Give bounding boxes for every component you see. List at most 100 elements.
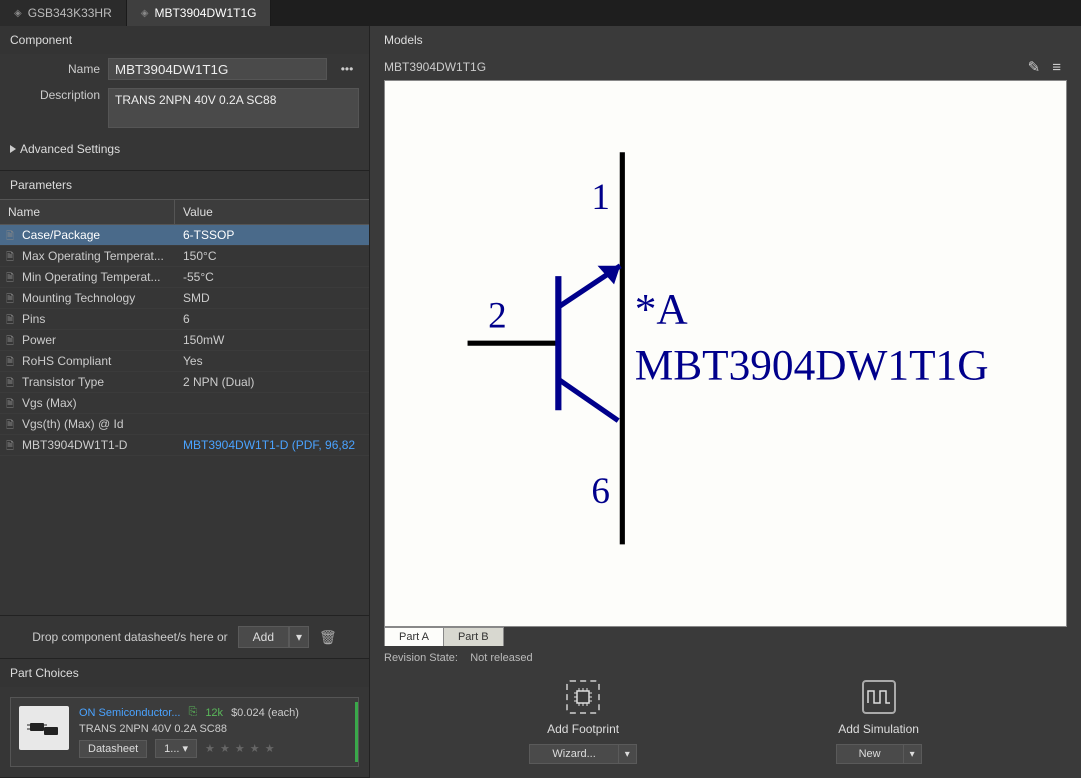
stock-qty: 12k — [205, 707, 223, 719]
add-simulation-action: Add Simulation New ▾ — [836, 680, 922, 764]
add-footprint-label: Add Footprint — [547, 722, 619, 736]
desc-label: Description — [10, 88, 100, 102]
table-row[interactable]: 🗎Pins6 — [0, 309, 369, 330]
table-row[interactable]: 🗎Vgs (Max) — [0, 393, 369, 414]
part-desc: TRANS 2NPN 40V 0.2A SC88 — [79, 723, 350, 735]
desc-input[interactable]: TRANS 2NPN 40V 0.2A SC88 — [108, 88, 359, 128]
param-value: 150mW — [175, 330, 369, 350]
table-row[interactable]: 🗎RoHS CompliantYes — [0, 351, 369, 372]
param-name: 🗎Vgs(th) (Max) @ Id — [0, 414, 175, 434]
col-value[interactable]: Value — [175, 200, 221, 224]
tab-mbt3904dw1t1g[interactable]: ◈ MBT3904DW1T1G — [127, 0, 272, 26]
table-row[interactable]: 🗎Mounting TechnologySMD — [0, 288, 369, 309]
table-row[interactable]: 🗎Transistor Type2 NPN (Dual) — [0, 372, 369, 393]
add-parameter-button[interactable]: Add ▾ — [238, 626, 309, 648]
part-image — [19, 706, 69, 750]
part-choices-panel: Part Choices ON Semiconductor... ⎘ 12k $… — [0, 659, 369, 778]
param-value — [175, 393, 369, 413]
param-name: 🗎Mounting Technology — [0, 288, 175, 308]
add-simulation-label: Add Simulation — [838, 722, 919, 736]
new-simulation-button[interactable]: New — [836, 744, 904, 764]
table-row[interactable]: 🗎Power150mW — [0, 330, 369, 351]
tab-label: MBT3904DW1T1G — [154, 6, 256, 20]
table-row[interactable]: 🗎Vgs(th) (Max) @ Id — [0, 414, 369, 435]
add-button-label: Add — [238, 626, 289, 648]
parameters-heading: Parameters — [0, 171, 369, 199]
models-panel: Models MBT3904DW1T1G ✎ ≡ 1 2 6 *A MBT390… — [370, 26, 1081, 778]
partname-label: MBT3904DW1T1G — [635, 341, 989, 389]
pin-1-label: 1 — [591, 177, 610, 218]
param-value: SMD — [175, 288, 369, 308]
datasheet-button[interactable]: Datasheet — [79, 740, 147, 758]
table-row[interactable]: 🗎MBT3904DW1T1-DMBT3904DW1T1-D (PDF, 96,8… — [0, 435, 369, 456]
simulation-icon — [862, 680, 896, 714]
part-choices-heading: Part Choices — [0, 659, 369, 687]
tab-gsb343k33hr[interactable]: ◈ GSB343K33HR — [0, 0, 127, 26]
model-name: MBT3904DW1T1G — [384, 60, 1022, 74]
new-simulation-dropdown[interactable]: ▾ — [904, 744, 922, 764]
wizard-button[interactable]: Wizard... — [529, 744, 618, 764]
param-value: -55°C — [175, 267, 369, 287]
chip-icon: ◈ — [141, 8, 149, 19]
doc-icon: 🗎 — [6, 271, 14, 287]
param-value: 6-TSSOP — [175, 225, 369, 245]
menu-icon[interactable]: ≡ — [1046, 59, 1067, 76]
doc-icon: 🗎 — [6, 229, 14, 245]
revision-state: Revision State: Not released — [370, 646, 1081, 674]
more-button[interactable]: 1... ▾ — [155, 739, 197, 758]
table-row[interactable]: 🗎Max Operating Temperat...150°C — [0, 246, 369, 267]
chip-icon: ◈ — [14, 8, 22, 19]
parameters-table: Name Value 🗎Case/Package6-TSSOP🗎Max Oper… — [0, 199, 369, 615]
pin-6-label: 6 — [591, 471, 610, 512]
doc-icon: 🗎 — [6, 334, 14, 350]
tab-part-b[interactable]: Part B — [443, 627, 504, 646]
param-name: 🗎Min Operating Temperat... — [0, 267, 175, 287]
name-more-button[interactable]: ••• — [335, 62, 359, 76]
param-value: 6 — [175, 309, 369, 329]
component-panel: Component Name ••• Description TRANS 2NP… — [0, 26, 369, 171]
tab-part-a[interactable]: Part A — [384, 627, 444, 646]
edit-icon[interactable]: ✎ — [1022, 58, 1047, 76]
stock-icon: ⎘ — [189, 706, 198, 719]
doc-icon: 🗎 — [6, 292, 14, 308]
pin-2-label: 2 — [488, 296, 507, 337]
doc-icon: 🗎 — [6, 355, 14, 371]
chevron-down-icon[interactable]: ▾ — [289, 626, 309, 648]
doc-icon: 🗎 — [6, 418, 14, 434]
rating-stars[interactable]: ★ ★ ★ ★ ★ — [205, 742, 276, 755]
param-value: 2 NPN (Dual) — [175, 372, 369, 392]
doc-icon: 🗎 — [6, 250, 14, 266]
advanced-settings-toggle[interactable]: Advanced Settings — [0, 132, 369, 170]
component-heading: Component — [0, 26, 369, 54]
name-input[interactable] — [108, 58, 327, 80]
schematic-preview[interactable]: 1 2 6 *A MBT3904DW1T1G — [384, 80, 1067, 627]
schematic-part-tabs: Part A Part B — [384, 627, 1067, 646]
wizard-dropdown[interactable]: ▾ — [619, 744, 637, 764]
manufacturer[interactable]: ON Semiconductor... — [79, 707, 181, 719]
doc-icon: 🗎 — [6, 397, 14, 413]
col-name[interactable]: Name — [0, 200, 175, 224]
designator-label: *A — [635, 286, 688, 334]
models-heading: Models — [370, 26, 1081, 54]
parameters-panel: Parameters Name Value 🗎Case/Package6-TSS… — [0, 171, 369, 659]
param-name: 🗎MBT3904DW1T1-D — [0, 435, 175, 455]
param-value: Yes — [175, 351, 369, 371]
param-name: 🗎Case/Package — [0, 225, 175, 245]
add-footprint-action: Add Footprint Wizard... ▾ — [529, 680, 636, 764]
param-value[interactable]: MBT3904DW1T1-D (PDF, 96,82 — [175, 435, 369, 455]
table-header: Name Value — [0, 199, 369, 225]
tab-label: GSB343K33HR — [28, 6, 112, 20]
param-value: 150°C — [175, 246, 369, 266]
document-tabs: ◈ GSB343K33HR ◈ MBT3904DW1T1G — [0, 0, 1081, 26]
drop-area: Drop component datasheet/s here or Add ▾… — [0, 615, 369, 658]
table-row[interactable]: 🗎Min Operating Temperat...-55°C — [0, 267, 369, 288]
param-name: 🗎Max Operating Temperat... — [0, 246, 175, 266]
trash-icon[interactable]: 🗑 — [319, 629, 337, 646]
doc-icon: 🗎 — [6, 313, 14, 329]
table-row[interactable]: 🗎Case/Package6-TSSOP — [0, 225, 369, 246]
part-choice-card[interactable]: ON Semiconductor... ⎘ 12k $0.024 (each) … — [10, 697, 359, 767]
footprint-icon — [566, 680, 600, 714]
param-value — [175, 414, 369, 434]
chevron-right-icon — [10, 145, 16, 153]
param-name: 🗎Pins — [0, 309, 175, 329]
